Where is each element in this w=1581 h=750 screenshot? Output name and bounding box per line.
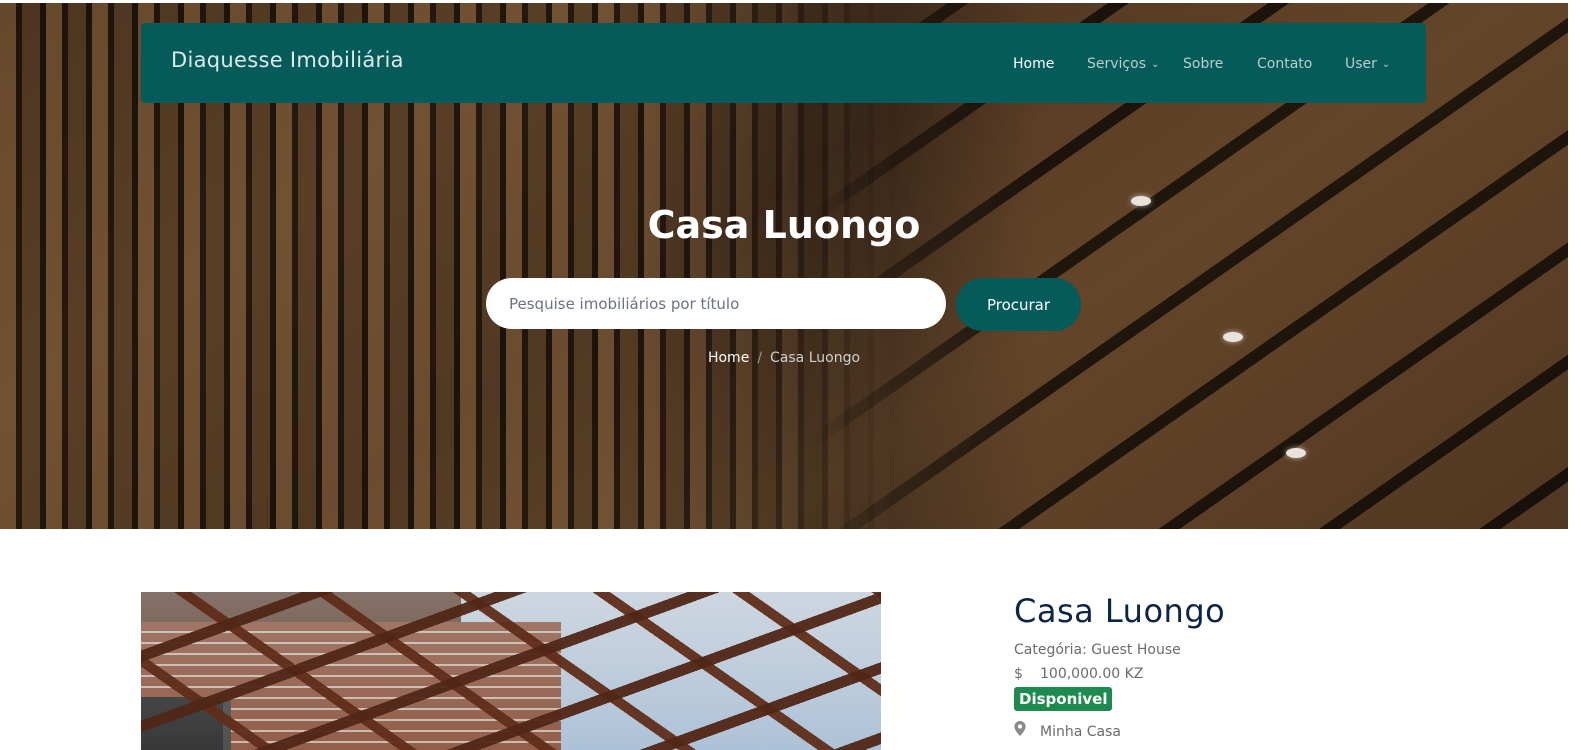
nav-item-home[interactable]: Home — [1013, 56, 1054, 72]
dollar-icon: $ — [1014, 666, 1023, 682]
nav-item-label: Serviços — [1087, 56, 1146, 72]
breadcrumb: Home / Casa Luongo — [0, 350, 1568, 366]
breadcrumb-separator: / — [757, 350, 763, 366]
nav-item-label: Contato — [1257, 56, 1313, 72]
chevron-down-icon: ⌄ — [1151, 59, 1160, 70]
price-value: 100,000.00 KZ — [1040, 666, 1144, 682]
ceiling-light — [1286, 448, 1306, 458]
nav-item-sobre[interactable]: Sobre — [1183, 56, 1223, 72]
chevron-down-icon: ⌄ — [1381, 59, 1391, 70]
breadcrumb-current: Casa Luongo — [770, 350, 861, 366]
nav-item-servicos[interactable]: Serviços ⌄ — [1087, 56, 1159, 72]
property-price: $100,000.00 KZ — [1014, 666, 1143, 682]
search-button[interactable]: Procurar — [956, 278, 1081, 331]
ceiling-light — [1223, 332, 1243, 342]
map-pin-icon — [1014, 721, 1040, 740]
nav-item-label: User — [1345, 56, 1377, 72]
brand-logo-text[interactable]: Diaquesse Imobiliária — [171, 48, 404, 72]
property-details: Casa Luongo Categória: Guest House $100,… — [1014, 592, 1226, 740]
property-location: Minha Casa — [1014, 721, 1121, 740]
nav-item-user[interactable]: User ⌄ — [1345, 56, 1390, 72]
breadcrumb-home-link[interactable]: Home — [708, 350, 749, 366]
status-badge: Disponivel — [1014, 687, 1113, 711]
nav-item-label: Sobre — [1183, 56, 1224, 72]
nav-item-contato[interactable]: Contato — [1257, 56, 1312, 72]
property-title: Casa Luongo — [1014, 592, 1226, 630]
property-image — [141, 592, 881, 750]
hero-title: Casa Luongo — [647, 203, 921, 247]
navbar: Diaquesse Imobiliária Home Serviços ⌄ Sob… — [141, 23, 1426, 103]
location-value: Minha Casa — [1040, 724, 1121, 740]
nav-item-label: Home — [1013, 56, 1055, 72]
property-category: Categória: Guest House — [1014, 642, 1181, 658]
search-input[interactable] — [486, 278, 946, 329]
